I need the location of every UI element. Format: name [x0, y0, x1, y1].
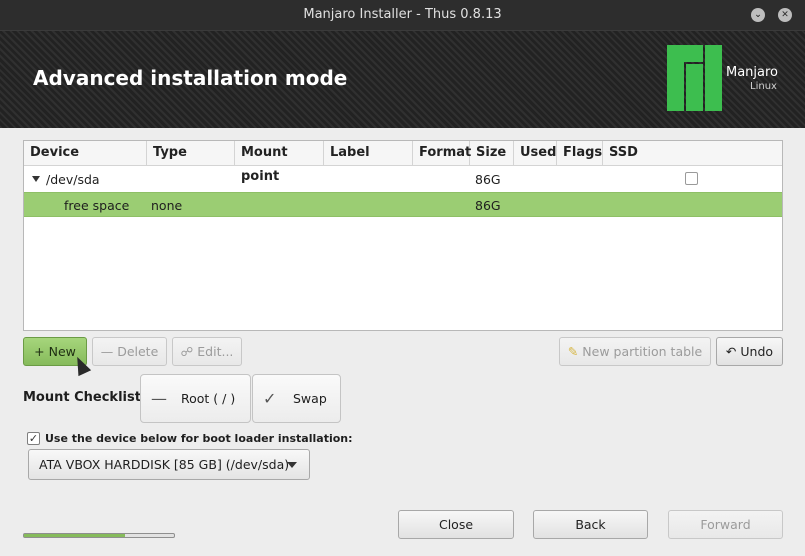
- partition-table[interactable]: Device Type Mount point Label Format Siz…: [23, 140, 783, 331]
- table-header: Device Type Mount point Label Format Siz…: [24, 141, 782, 184]
- column-format[interactable]: Format: [413, 141, 471, 165]
- title-bar: Manjaro Installer - Thus 0.8.13 ⌄ ✕: [0, 0, 805, 30]
- link-icon: ☍: [180, 344, 194, 359]
- edit-partition-button[interactable]: ☍ Edit...: [172, 337, 242, 366]
- mouse-cursor-icon: [70, 353, 92, 377]
- dash-icon: —: [151, 389, 167, 408]
- close-window-icon[interactable]: ✕: [778, 8, 792, 22]
- bootloader-label: Use the device below for boot loader ins…: [45, 432, 353, 445]
- column-size[interactable]: Size: [470, 141, 514, 165]
- column-mount-point[interactable]: Mount point: [235, 141, 324, 184]
- swap-check-label: Swap: [293, 391, 327, 406]
- ssd-checkbox[interactable]: [685, 172, 698, 185]
- minus-icon: —: [100, 344, 114, 359]
- expand-triangle-icon[interactable]: [32, 176, 40, 182]
- size-cell: 86G: [475, 198, 501, 213]
- column-device[interactable]: Device: [24, 141, 147, 165]
- mount-checklist-label: Mount Checklist:: [23, 390, 147, 405]
- bootloader-device-select[interactable]: ATA VBOX HARDDISK [85 GB] (/dev/sda): [28, 449, 310, 480]
- column-flags[interactable]: Flags: [557, 141, 603, 165]
- checkmark-icon: ✓: [263, 389, 277, 408]
- header-banner: Advanced installation mode Manjaro Linux: [0, 30, 805, 128]
- bootloader-checkbox[interactable]: ✓: [27, 432, 40, 445]
- install-progress-bar: [23, 533, 175, 538]
- minimize-icon[interactable]: ⌄: [751, 8, 765, 22]
- size-cell: 86G: [475, 172, 501, 187]
- forward-button[interactable]: Forward: [668, 510, 783, 539]
- chevron-down-icon: [287, 462, 297, 468]
- manjaro-logo-icon: [667, 45, 722, 111]
- window-title: Manjaro Installer - Thus 0.8.13: [303, 7, 502, 22]
- table-row[interactable]: /dev/sda 86G: [24, 167, 782, 192]
- plus-icon: +: [34, 344, 45, 359]
- broom-icon: ✎: [567, 344, 579, 359]
- root-check-label: Root ( / ): [181, 391, 236, 406]
- selected-device-text: ATA VBOX HARDDISK [85 GB] (/dev/sda): [39, 457, 290, 472]
- type-cell: none: [151, 198, 183, 213]
- back-button[interactable]: Back: [533, 510, 648, 539]
- device-cell: free space: [64, 198, 130, 213]
- logo-subtext: Linux: [750, 81, 777, 92]
- delete-partition-button[interactable]: — Delete: [92, 337, 167, 366]
- progress-fill: [24, 534, 125, 537]
- column-ssd[interactable]: SSD: [603, 141, 782, 165]
- new-partition-table-button[interactable]: ✎ New partition table: [559, 337, 711, 366]
- column-used[interactable]: Used: [514, 141, 557, 165]
- column-type[interactable]: Type: [147, 141, 235, 165]
- close-button[interactable]: Close: [398, 510, 514, 539]
- undo-icon: ↶: [725, 344, 737, 359]
- main-content: Device Type Mount point Label Format Siz…: [0, 128, 805, 556]
- root-check-item: — Root ( / ): [140, 374, 251, 423]
- device-cell: /dev/sda: [46, 172, 100, 187]
- table-row[interactable]: free space none 86G: [24, 192, 782, 217]
- page-title: Advanced installation mode: [33, 66, 348, 90]
- column-label[interactable]: Label: [324, 141, 413, 165]
- logo-text: Manjaro: [726, 65, 779, 80]
- swap-check-item: ✓ Swap: [252, 374, 341, 423]
- undo-button[interactable]: ↶ Undo: [716, 337, 783, 366]
